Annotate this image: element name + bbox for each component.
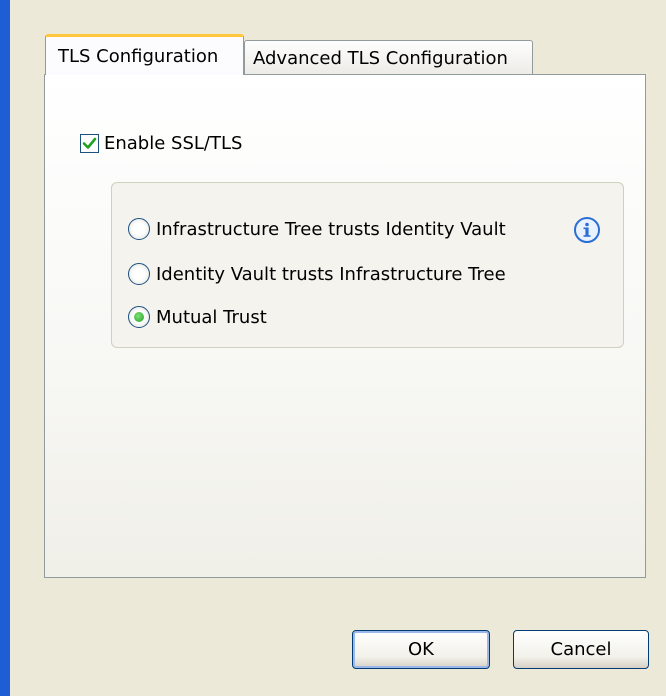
enable-ssl-checkbox[interactable]: Enable SSL/TLS (80, 133, 242, 154)
tab-advanced-tls-configuration[interactable]: Advanced TLS Configuration (244, 40, 533, 75)
checkmark-icon (82, 137, 97, 149)
radio-button[interactable] (128, 306, 150, 328)
info-icon[interactable] (573, 216, 601, 244)
tab-label: Advanced TLS Configuration (253, 48, 508, 69)
radio-infrastructure-trusts-vault[interactable]: Infrastructure Tree trusts Identity Vaul… (128, 218, 506, 240)
radio-selected-dot (134, 312, 144, 322)
cancel-button[interactable]: Cancel (513, 630, 649, 669)
dialog-window: TLS Configuration Advanced TLS Configura… (0, 0, 666, 696)
tab-tls-configuration[interactable]: TLS Configuration (45, 34, 244, 75)
tab-label: TLS Configuration (58, 46, 219, 67)
checkbox-box[interactable] (80, 134, 99, 153)
radio-label: Infrastructure Tree trusts Identity Vaul… (156, 218, 506, 240)
ok-button[interactable]: OK (352, 630, 490, 669)
radio-button[interactable] (128, 263, 150, 285)
radio-vault-trusts-infrastructure[interactable]: Identity Vault trusts Infrastructure Tre… (128, 263, 506, 285)
radio-button[interactable] (128, 218, 150, 240)
radio-label: Identity Vault trusts Infrastructure Tre… (156, 263, 506, 285)
radio-mutual-trust[interactable]: Mutual Trust (128, 306, 267, 328)
enable-ssl-label: Enable SSL/TLS (104, 133, 243, 154)
radio-label: Mutual Trust (156, 306, 267, 328)
